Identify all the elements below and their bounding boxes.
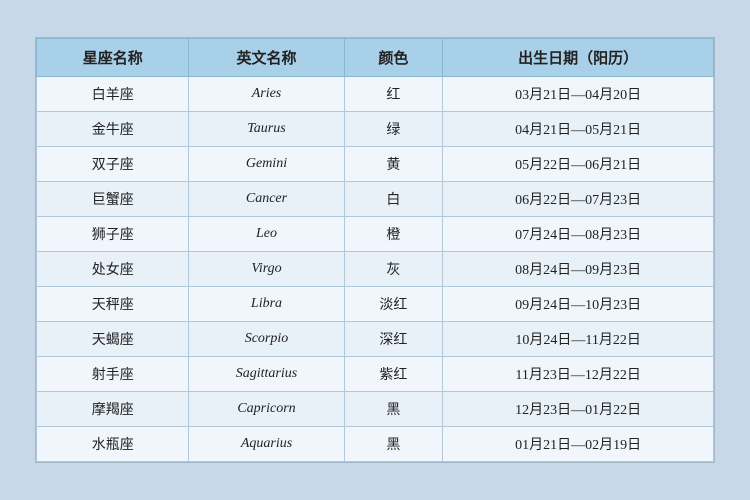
header-english-name: 英文名称 [189, 39, 344, 77]
cell-color: 黑 [344, 427, 443, 462]
cell-chinese-name: 水瓶座 [37, 427, 189, 462]
table-row: 巨蟹座Cancer白06月22日—07月23日 [37, 182, 714, 217]
table-row: 金牛座Taurus绿04月21日—05月21日 [37, 112, 714, 147]
cell-chinese-name: 天秤座 [37, 287, 189, 322]
cell-dates: 03月21日—04月20日 [443, 77, 714, 112]
table-row: 白羊座Aries红03月21日—04月20日 [37, 77, 714, 112]
cell-dates: 04月21日—05月21日 [443, 112, 714, 147]
cell-color: 白 [344, 182, 443, 217]
cell-dates: 12月23日—01月22日 [443, 392, 714, 427]
cell-english-name: Libra [189, 287, 344, 322]
table-row: 摩羯座Capricorn黑12月23日—01月22日 [37, 392, 714, 427]
cell-chinese-name: 金牛座 [37, 112, 189, 147]
cell-color: 黑 [344, 392, 443, 427]
table-header-row: 星座名称 英文名称 颜色 出生日期（阳历） [37, 39, 714, 77]
cell-chinese-name: 狮子座 [37, 217, 189, 252]
cell-english-name: Aquarius [189, 427, 344, 462]
table-row: 射手座Sagittarius紫红11月23日—12月22日 [37, 357, 714, 392]
header-chinese-name: 星座名称 [37, 39, 189, 77]
cell-color: 橙 [344, 217, 443, 252]
cell-chinese-name: 巨蟹座 [37, 182, 189, 217]
cell-chinese-name: 摩羯座 [37, 392, 189, 427]
cell-color: 深红 [344, 322, 443, 357]
header-dates: 出生日期（阳历） [443, 39, 714, 77]
cell-color: 绿 [344, 112, 443, 147]
cell-english-name: Virgo [189, 252, 344, 287]
cell-color: 淡红 [344, 287, 443, 322]
zodiac-table-container: 星座名称 英文名称 颜色 出生日期（阳历） 白羊座Aries红03月21日—04… [35, 37, 715, 463]
cell-chinese-name: 白羊座 [37, 77, 189, 112]
cell-english-name: Leo [189, 217, 344, 252]
cell-dates: 08月24日—09月23日 [443, 252, 714, 287]
table-row: 天蝎座Scorpio深红10月24日—11月22日 [37, 322, 714, 357]
cell-dates: 01月21日—02月19日 [443, 427, 714, 462]
cell-english-name: Cancer [189, 182, 344, 217]
cell-dates: 07月24日—08月23日 [443, 217, 714, 252]
cell-english-name: Sagittarius [189, 357, 344, 392]
cell-dates: 09月24日—10月23日 [443, 287, 714, 322]
cell-english-name: Taurus [189, 112, 344, 147]
cell-chinese-name: 天蝎座 [37, 322, 189, 357]
cell-english-name: Capricorn [189, 392, 344, 427]
header-color: 颜色 [344, 39, 443, 77]
cell-english-name: Scorpio [189, 322, 344, 357]
cell-english-name: Gemini [189, 147, 344, 182]
table-row: 狮子座Leo橙07月24日—08月23日 [37, 217, 714, 252]
cell-chinese-name: 双子座 [37, 147, 189, 182]
cell-color: 红 [344, 77, 443, 112]
table-row: 处女座Virgo灰08月24日—09月23日 [37, 252, 714, 287]
cell-dates: 05月22日—06月21日 [443, 147, 714, 182]
zodiac-table: 星座名称 英文名称 颜色 出生日期（阳历） 白羊座Aries红03月21日—04… [36, 38, 714, 462]
cell-english-name: Aries [189, 77, 344, 112]
table-row: 天秤座Libra淡红09月24日—10月23日 [37, 287, 714, 322]
table-row: 双子座Gemini黄05月22日—06月21日 [37, 147, 714, 182]
table-row: 水瓶座Aquarius黑01月21日—02月19日 [37, 427, 714, 462]
cell-dates: 11月23日—12月22日 [443, 357, 714, 392]
cell-color: 紫红 [344, 357, 443, 392]
cell-dates: 06月22日—07月23日 [443, 182, 714, 217]
cell-dates: 10月24日—11月22日 [443, 322, 714, 357]
cell-color: 黄 [344, 147, 443, 182]
table-body: 白羊座Aries红03月21日—04月20日金牛座Taurus绿04月21日—0… [37, 77, 714, 462]
cell-chinese-name: 处女座 [37, 252, 189, 287]
cell-color: 灰 [344, 252, 443, 287]
cell-chinese-name: 射手座 [37, 357, 189, 392]
